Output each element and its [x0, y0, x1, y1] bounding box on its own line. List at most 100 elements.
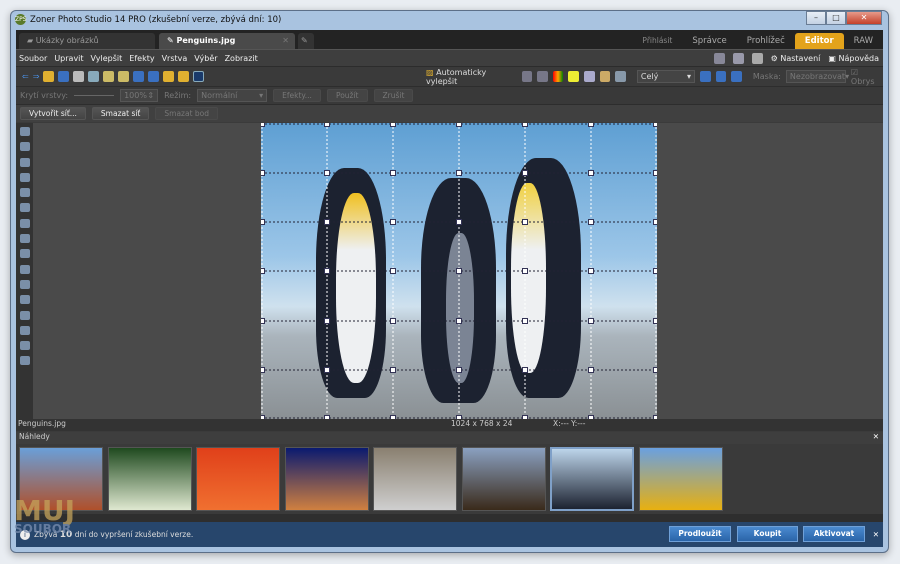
sharpen-icon[interactable] — [584, 71, 595, 82]
mode-raw[interactable]: RAW — [844, 33, 883, 49]
exposure-icon[interactable] — [537, 71, 548, 82]
straighten-tool-icon[interactable] — [19, 172, 30, 182]
print-icon[interactable] — [73, 71, 85, 82]
warp-tool-icon[interactable] — [19, 218, 30, 228]
light-icon[interactable] — [568, 71, 580, 82]
buy-button[interactable]: Koupit — [737, 526, 798, 542]
cancel-button[interactable]: Zrušit — [373, 89, 414, 102]
undo-icon[interactable] — [133, 71, 145, 82]
thumbnail-jellyfish[interactable] — [284, 447, 369, 511]
thumbnails-close-icon[interactable]: ✕ — [873, 432, 879, 441]
grid-handle[interactable] — [588, 170, 594, 176]
opacity-input[interactable]: 100% ⇕ — [120, 89, 159, 102]
pencil-tool-icon[interactable] — [19, 325, 30, 335]
redo-icon[interactable] — [148, 71, 160, 82]
copy-icon[interactable] — [88, 71, 100, 82]
grid-handle[interactable] — [456, 367, 462, 373]
trial-close-icon[interactable]: ✕ — [873, 530, 879, 539]
frame-icon[interactable] — [599, 71, 611, 82]
grid-handle[interactable] — [261, 123, 265, 127]
grid-handle[interactable] — [324, 219, 330, 225]
tab-close-icon[interactable]: ✕ — [282, 36, 289, 45]
menu-edit[interactable]: Upravit — [54, 54, 83, 63]
menu-enhance[interactable]: Vylepšit — [91, 54, 123, 63]
fit-height-icon[interactable] — [715, 71, 727, 82]
grid-handle[interactable] — [588, 367, 594, 373]
crop-tool-icon[interactable] — [19, 157, 30, 167]
grid-handle[interactable] — [390, 318, 396, 324]
help-button[interactable]: ▣ Nápověda — [828, 54, 879, 63]
mask-select[interactable]: Nezobrazovat ▾ — [785, 70, 849, 83]
grid-handle[interactable] — [261, 268, 265, 274]
mode-editor[interactable]: Editor — [794, 33, 844, 49]
tab-penguins[interactable]: ✎ Penguins.jpg ✕ — [159, 33, 295, 49]
activate-button[interactable]: Aktivovat — [803, 526, 865, 542]
redeye-tool-icon[interactable] — [19, 249, 30, 259]
mesh-grid[interactable] — [261, 123, 657, 419]
back-icon[interactable]: ⇐ — [22, 72, 29, 81]
fill-tool-icon[interactable] — [19, 341, 30, 351]
presentation-icon[interactable] — [732, 52, 744, 64]
grid-handle[interactable] — [522, 318, 528, 324]
auto-enhance-button[interactable]: ▨ Automaticky vylepšit — [426, 68, 517, 86]
frame-tool-icon[interactable] — [19, 188, 30, 198]
grid-handle[interactable] — [653, 268, 658, 274]
paste-new-icon[interactable] — [118, 71, 130, 82]
eraser-tool-icon[interactable] — [19, 356, 30, 366]
mode-manager[interactable]: Správce — [682, 33, 736, 49]
tab-samples[interactable]: ▰ Ukázky obrázků — [19, 33, 155, 49]
image-canvas[interactable] — [33, 123, 883, 419]
brush-tool-icon[interactable] — [19, 295, 30, 305]
mode-viewer[interactable]: Prohlížeč — [737, 33, 795, 49]
open-icon[interactable] — [43, 71, 55, 82]
levels-icon[interactable] — [521, 71, 533, 82]
save-icon[interactable] — [58, 71, 70, 82]
mode-login[interactable]: Přihlásit — [632, 33, 682, 49]
grid-handle[interactable] — [324, 367, 330, 373]
thumbnail-lighthouse[interactable] — [461, 447, 546, 511]
new-tab-button[interactable]: ✎ — [298, 33, 314, 49]
print-preview-icon[interactable] — [615, 71, 626, 82]
grid-handle[interactable] — [390, 219, 396, 225]
thumbnail-koala[interactable] — [373, 447, 457, 511]
grid-handle[interactable] — [522, 268, 528, 274]
grid-handle[interactable] — [456, 123, 462, 127]
grid-handle[interactable] — [390, 367, 396, 373]
fit-icon[interactable] — [193, 71, 205, 82]
blend-mode-select[interactable]: Normální ▾ — [197, 89, 268, 102]
thumbnail-tulips[interactable] — [638, 447, 723, 511]
grid-handle[interactable] — [324, 123, 330, 127]
grid-handle[interactable] — [261, 318, 265, 324]
grid-handle[interactable] — [588, 219, 594, 225]
display-icon[interactable] — [713, 52, 725, 64]
outline-checkbox[interactable]: ☑ Obrys — [851, 68, 883, 86]
grid-handle[interactable] — [324, 318, 330, 324]
grid-handle[interactable] — [390, 123, 396, 127]
grid-handle[interactable] — [390, 268, 396, 274]
zoom-tool-icon[interactable] — [19, 127, 30, 136]
thumbnail-chrysanthemum[interactable] — [196, 447, 280, 511]
menu-file[interactable]: Soubor — [19, 54, 47, 63]
grid-handle[interactable] — [588, 268, 594, 274]
grid-handle[interactable] — [522, 219, 528, 225]
grid-handle[interactable] — [456, 219, 462, 225]
grid-handle[interactable] — [653, 318, 658, 324]
grid-handle[interactable] — [261, 367, 265, 373]
grid-handle[interactable] — [522, 123, 528, 127]
grid-handle[interactable] — [588, 123, 594, 127]
grid-handle[interactable] — [653, 170, 658, 176]
rotate-right-icon[interactable] — [178, 71, 190, 82]
paste-icon[interactable] — [103, 71, 115, 82]
grid-handle[interactable] — [522, 367, 528, 373]
hand-tool-icon[interactable] — [19, 142, 30, 152]
settings-button[interactable]: ⚙ Nastavení — [771, 54, 821, 63]
grid-handle[interactable] — [588, 318, 594, 324]
delete-grid-button[interactable]: Smazat síť — [91, 107, 150, 120]
text-tool-icon[interactable] — [19, 234, 30, 244]
grid-handle[interactable] — [522, 170, 528, 176]
create-grid-button[interactable]: Vytvořit síť... — [20, 107, 86, 120]
grid-handle[interactable] — [653, 367, 658, 373]
thumbnail-hydrangeas[interactable] — [107, 447, 192, 511]
retouch-tool-icon[interactable] — [19, 310, 30, 320]
thumbnail-penguins[interactable] — [550, 447, 634, 511]
